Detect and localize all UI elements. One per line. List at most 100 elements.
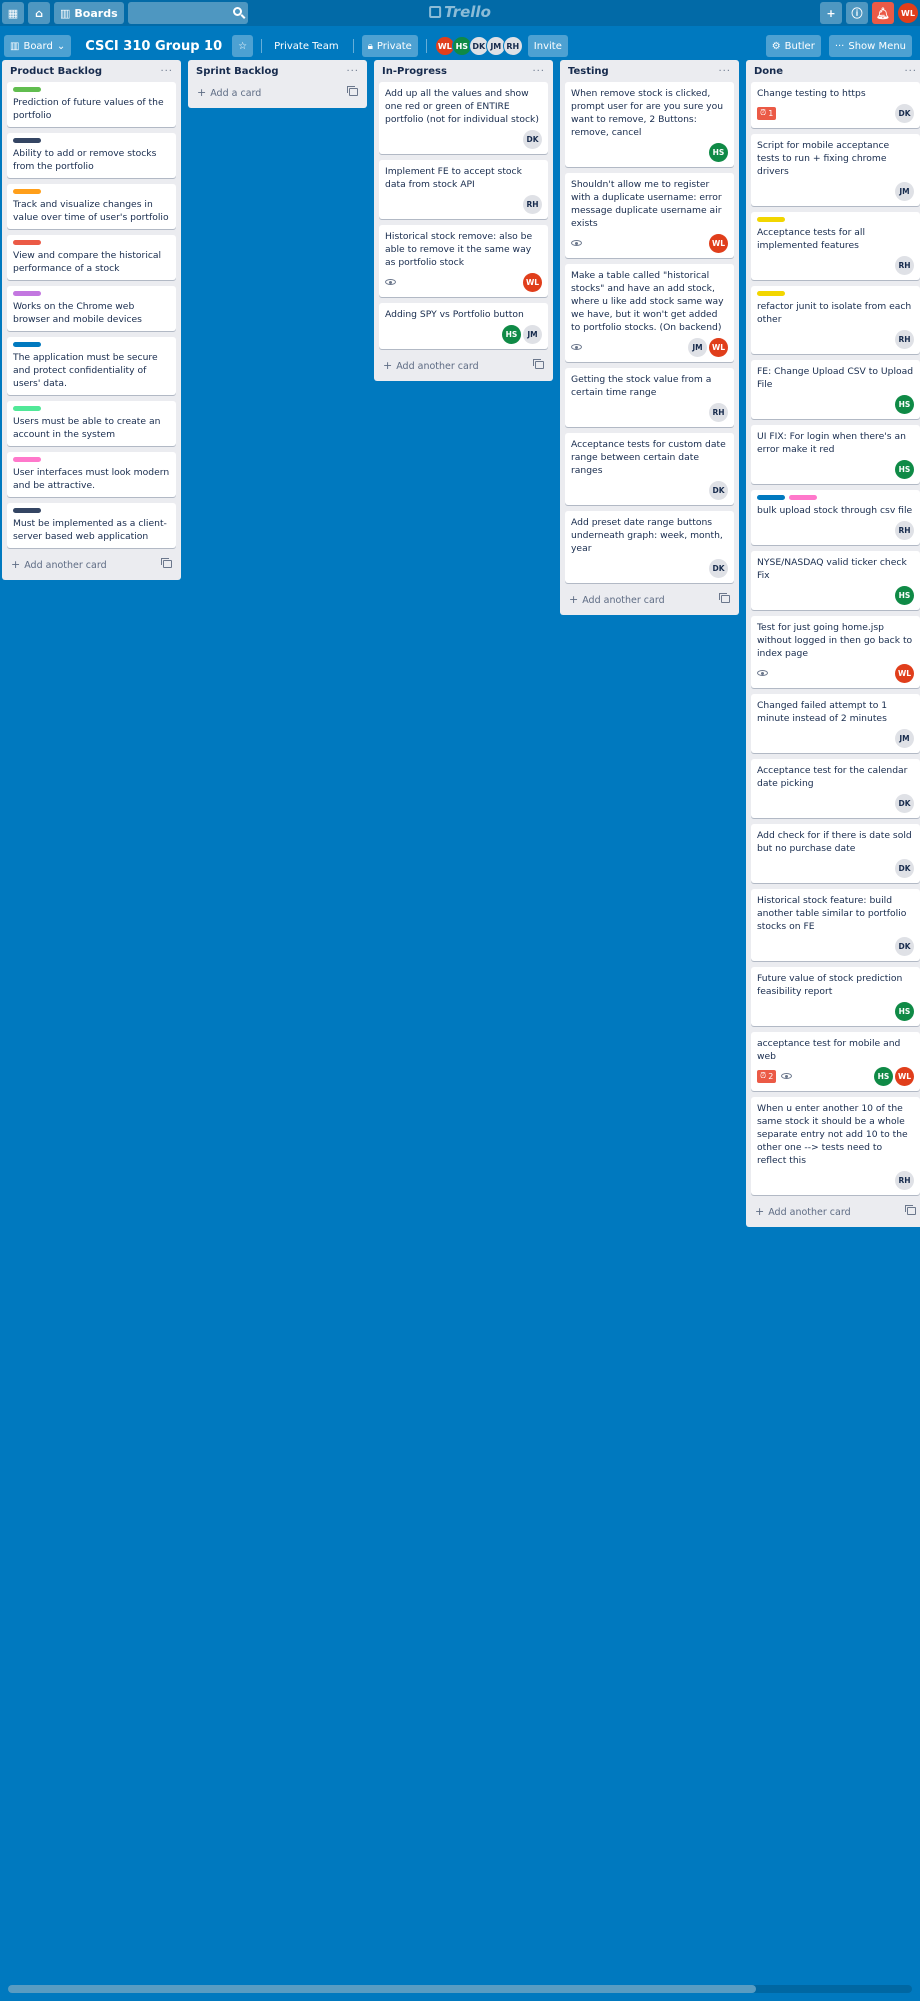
home-icon[interactable]: ⌂	[28, 2, 50, 24]
apps-grid-icon[interactable]: ▦	[2, 2, 24, 24]
card[interactable]: Track and visualize changes in value ove…	[7, 184, 176, 229]
create-plus-icon[interactable]: +	[820, 2, 842, 24]
card[interactable]: Adding SPY vs Portfolio button HS JM	[379, 303, 548, 349]
add-card-button[interactable]: + Add another card	[751, 1201, 920, 1221]
member-avatar[interactable]: WL	[709, 337, 728, 357]
card[interactable]: Changed failed attempt to 1 minute inste…	[751, 694, 920, 753]
list-menu-icon[interactable]: ···	[904, 66, 917, 77]
card-label[interactable]	[789, 495, 817, 500]
list-menu-icon[interactable]: ···	[532, 66, 545, 77]
card[interactable]: Make a table called "historical stocks" …	[565, 264, 734, 362]
list-title[interactable]: Product Backlog	[10, 66, 102, 77]
card[interactable]: When u enter another 10 of the same stoc…	[751, 1097, 920, 1195]
scrollbar-thumb[interactable]	[8, 1985, 756, 1993]
list-title[interactable]: In-Progress	[382, 66, 447, 77]
member-avatar[interactable]: JM	[895, 181, 914, 201]
card[interactable]: Script for mobile acceptance tests to ru…	[751, 134, 920, 206]
member-avatar[interactable]: DK	[895, 936, 914, 956]
board-title[interactable]: CSCI 310 Group 10	[85, 39, 222, 54]
card[interactable]: Acceptance tests for custom date range b…	[565, 433, 734, 505]
member-avatar[interactable]: DK	[895, 103, 914, 123]
card-label[interactable]	[13, 240, 41, 245]
card[interactable]: Future value of stock prediction feasibi…	[751, 967, 920, 1026]
member-avatar[interactable]: HS	[874, 1066, 893, 1086]
board-view-switcher[interactable]: ▥ Board ⌄	[4, 35, 72, 57]
card[interactable]: bulk upload stock through csv file RH	[751, 490, 920, 545]
member-avatar[interactable]: WL	[895, 1066, 914, 1086]
card[interactable]: refactor junit to isolate from each othe…	[751, 286, 920, 354]
visibility-button[interactable]: 🔒︎ Private	[361, 35, 418, 57]
member-avatar[interactable]: RH	[502, 36, 523, 56]
list-menu-icon[interactable]: ···	[718, 66, 731, 77]
card-label[interactable]	[757, 495, 785, 500]
card[interactable]: Add preset date range buttons underneath…	[565, 511, 734, 583]
card[interactable]: Implement FE to accept stock data from s…	[379, 160, 548, 219]
butler-button[interactable]: ⚙︎ Butler	[765, 35, 821, 57]
member-avatar[interactable]: DK	[523, 129, 542, 149]
member-avatar[interactable]: RH	[895, 255, 914, 275]
show-menu-button[interactable]: ··· Show Menu	[828, 35, 912, 57]
card-label[interactable]	[757, 217, 785, 222]
member-avatar[interactable]: RH	[895, 1170, 914, 1190]
add-card-button[interactable]: + Add another card	[379, 355, 548, 375]
card-label[interactable]	[13, 291, 41, 296]
card[interactable]: Prediction of future values of the portf…	[7, 82, 176, 127]
card[interactable]: Must be implemented as a client-server b…	[7, 503, 176, 548]
list-title[interactable]: Testing	[568, 66, 609, 77]
card[interactable]: NYSE/NASDAQ valid ticker check Fix HS	[751, 551, 920, 610]
info-icon[interactable]: ⓘ	[846, 2, 868, 24]
boards-button[interactable]: ▥ Boards	[54, 2, 124, 24]
member-avatar[interactable]: RH	[709, 402, 728, 422]
star-board-button[interactable]: ☆	[232, 35, 254, 57]
card[interactable]: Shouldn't allow me to register with a du…	[565, 173, 734, 258]
card[interactable]: acceptance test for mobile and web ⏰︎ 2 HS W…	[751, 1032, 920, 1091]
member-avatar[interactable]: JM	[523, 324, 542, 344]
member-avatar[interactable]: DK	[709, 558, 728, 578]
card-label[interactable]	[13, 189, 41, 194]
member-avatar[interactable]: JM	[688, 337, 707, 357]
card-label[interactable]	[13, 87, 41, 92]
card[interactable]: Historical stock feature: build another …	[751, 889, 920, 961]
add-card-button[interactable]: + Add a card	[193, 82, 362, 102]
card[interactable]: Change testing to https ⏰︎ 1 DK	[751, 82, 920, 128]
card[interactable]: Getting the stock value from a certain t…	[565, 368, 734, 427]
card[interactable]: Add check for if there is date sold but …	[751, 824, 920, 883]
member-avatar[interactable]: RH	[895, 329, 914, 349]
member-avatar[interactable]: HS	[895, 585, 914, 605]
card[interactable]: The application must be secure and prote…	[7, 337, 176, 395]
card-label[interactable]	[13, 138, 41, 143]
card[interactable]: When remove stock is clicked, prompt use…	[565, 82, 734, 167]
member-avatar[interactable]: RH	[895, 520, 914, 540]
card[interactable]: UI FIX: For login when there's an error …	[751, 425, 920, 484]
member-avatar[interactable]: DK	[709, 480, 728, 500]
card[interactable]: Ability to add or remove stocks from the…	[7, 133, 176, 178]
card[interactable]: Test for just going home.jsp without log…	[751, 616, 920, 688]
list-title[interactable]: Sprint Backlog	[196, 66, 279, 77]
card[interactable]: Acceptance tests for all implemented fea…	[751, 212, 920, 280]
notification-bell-icon[interactable]: 🔔︎	[872, 2, 894, 24]
card[interactable]: Historical stock remove: also be able to…	[379, 225, 548, 297]
card[interactable]: Users must be able to create an account …	[7, 401, 176, 446]
card-label[interactable]	[757, 291, 785, 296]
search-input[interactable]	[127, 2, 248, 24]
card[interactable]: Works on the Chrome web browser and mobi…	[7, 286, 176, 331]
list-menu-icon[interactable]: ···	[346, 66, 359, 77]
card[interactable]: User interfaces must look modern and be …	[7, 452, 176, 497]
member-avatar[interactable]: JM	[895, 728, 914, 748]
horizontal-scrollbar[interactable]	[8, 1985, 912, 1993]
member-avatar[interactable]: HS	[502, 324, 521, 344]
card-template-icon[interactable]	[533, 359, 544, 369]
member-avatar[interactable]: HS	[709, 142, 728, 162]
card-label[interactable]	[13, 508, 41, 513]
team-button[interactable]: Private Team	[270, 41, 342, 52]
add-card-button[interactable]: + Add another card	[565, 589, 734, 609]
card-label[interactable]	[13, 342, 41, 347]
card[interactable]: View and compare the historical performa…	[7, 235, 176, 280]
member-avatar[interactable]: DK	[895, 793, 914, 813]
card[interactable]: Add up all the values and show one red o…	[379, 82, 548, 154]
add-card-button[interactable]: + Add another card	[7, 554, 176, 574]
member-avatar[interactable]: WL	[895, 663, 914, 683]
card-template-icon[interactable]	[347, 86, 358, 96]
card-label[interactable]	[13, 457, 41, 462]
list-menu-icon[interactable]: ···	[160, 66, 173, 77]
